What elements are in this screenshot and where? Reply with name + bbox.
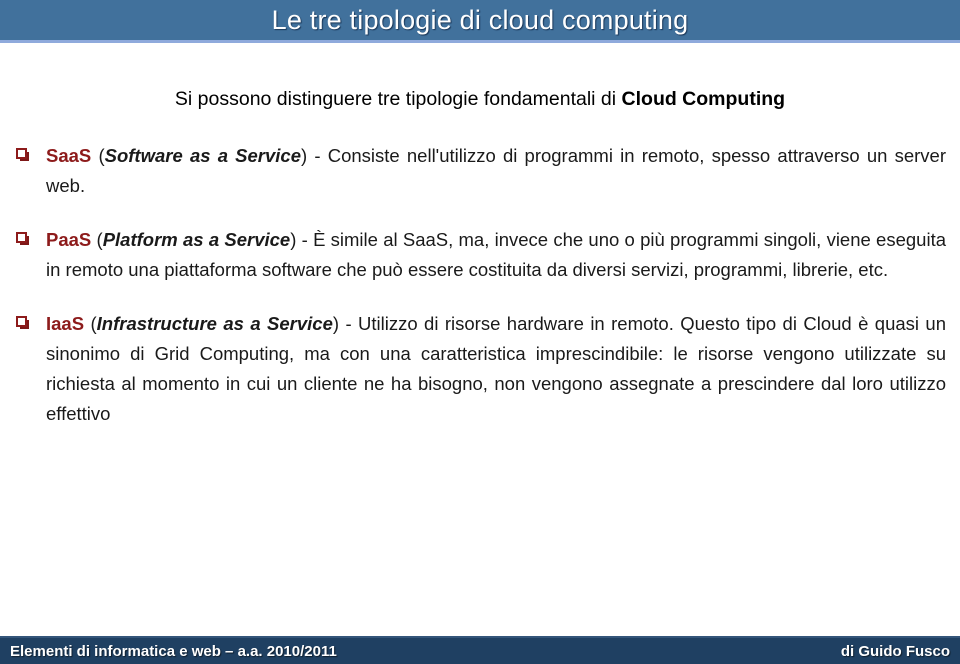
bullet-term: PaaS <box>46 228 92 250</box>
intro-text-lead: Si possono distinguere tre tipologie fon… <box>174 88 622 110</box>
list-item: PaaS (Platform as a Service) - È simile … <box>14 225 946 285</box>
bullet-expansion: Platform as a Service <box>102 228 291 250</box>
list-item: IaaS (Infrastructure as a Service) - Uti… <box>14 309 946 429</box>
slide-title-bar: Le tre tipologie di cloud computing <box>0 0 960 43</box>
bullet-list: SaaS (Software as a Service) - Consiste … <box>14 141 946 429</box>
bullet-term: IaaS <box>46 312 85 334</box>
bullet-expansion: Software as a Service <box>104 145 302 166</box>
hollow-square-bullet-icon <box>16 231 27 243</box>
bullet-term: SaaS <box>46 145 92 166</box>
bullet-expansion: Infrastructure as a Service <box>96 312 333 334</box>
page-title: Le tre tipologie di cloud computing <box>271 4 689 35</box>
slide: Le tre tipologie di cloud computing Si p… <box>0 0 960 664</box>
slide-footer: Elementi di informatica e web – a.a. 201… <box>0 636 960 664</box>
footer-course-label: Elementi di informatica e web – a.a. 201… <box>10 642 337 660</box>
footer-author-label: di Guido Fusco <box>840 642 950 660</box>
hollow-square-bullet-icon <box>16 315 27 327</box>
intro-text-emphasis: Cloud Computing <box>621 88 786 110</box>
list-item: SaaS (Software as a Service) - Consiste … <box>14 141 946 201</box>
intro-paragraph: Si possono distinguere tre tipologie fon… <box>0 85 960 113</box>
slide-content: Si possono distinguere tre tipologie fon… <box>0 43 960 621</box>
hollow-square-bullet-icon <box>16 148 27 159</box>
